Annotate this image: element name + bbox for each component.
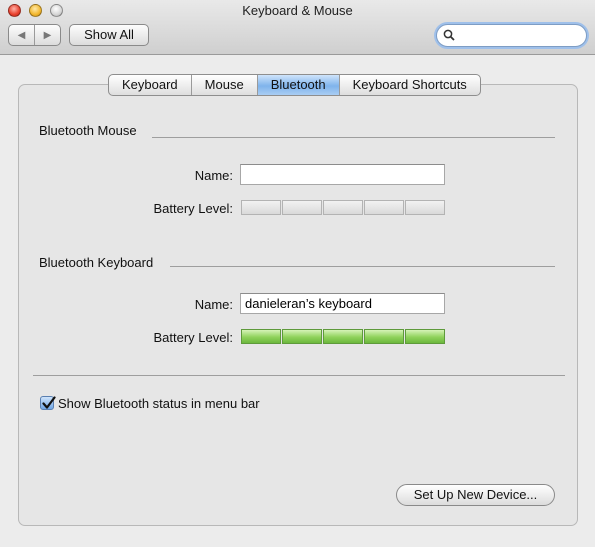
mouse-battery-label: Battery Level:: [153, 201, 234, 216]
mouse-section-title: Bluetooth Mouse: [39, 123, 137, 138]
keyboard-name-field[interactable]: [240, 293, 445, 314]
battery-cell: [405, 200, 445, 215]
keyboard-name-label: Name:: [194, 297, 233, 312]
tab-keyboard[interactable]: Keyboard: [109, 75, 191, 95]
magnifier-icon: [443, 29, 455, 41]
tab-bar: Keyboard Mouse Bluetooth Keyboard Shortc…: [108, 74, 481, 96]
checkmark-icon: [42, 396, 56, 409]
forward-button[interactable]: ▶: [34, 25, 60, 45]
battery-cell: [282, 200, 322, 215]
window-title: Keyboard & Mouse: [242, 3, 353, 18]
battery-cell: [323, 329, 363, 344]
section-divider: [170, 266, 555, 267]
set-up-new-device-button[interactable]: Set Up New Device...: [396, 484, 555, 506]
tab-bluetooth[interactable]: Bluetooth: [256, 75, 339, 95]
show-all-button[interactable]: Show All: [69, 24, 149, 46]
battery-cell: [405, 329, 445, 344]
battery-cell: [364, 329, 404, 344]
tab-mouse[interactable]: Mouse: [190, 75, 257, 95]
mouse-name-field[interactable]: [240, 164, 445, 185]
bluetooth-status-label[interactable]: Show Bluetooth status in menu bar: [58, 396, 260, 411]
mouse-name-label: Name:: [194, 168, 233, 183]
bluetooth-status-checkbox[interactable]: [40, 396, 56, 410]
battery-cell: [241, 200, 281, 215]
battery-cell: [241, 329, 281, 344]
keyboard-battery-meter: [241, 329, 445, 344]
back-forward-control: ◀ ▶: [8, 24, 61, 46]
search-input[interactable]: [436, 24, 587, 47]
mouse-battery-meter: [241, 200, 445, 215]
battery-cell: [282, 329, 322, 344]
battery-cell: [364, 200, 404, 215]
keyboard-section-title: Bluetooth Keyboard: [39, 255, 154, 270]
back-button[interactable]: ◀: [9, 25, 34, 45]
section-separator: [33, 375, 565, 376]
tab-keyboard-shortcuts[interactable]: Keyboard Shortcuts: [338, 75, 480, 95]
section-divider: [152, 137, 555, 138]
keyboard-battery-label: Battery Level:: [153, 330, 234, 345]
battery-cell: [323, 200, 363, 215]
